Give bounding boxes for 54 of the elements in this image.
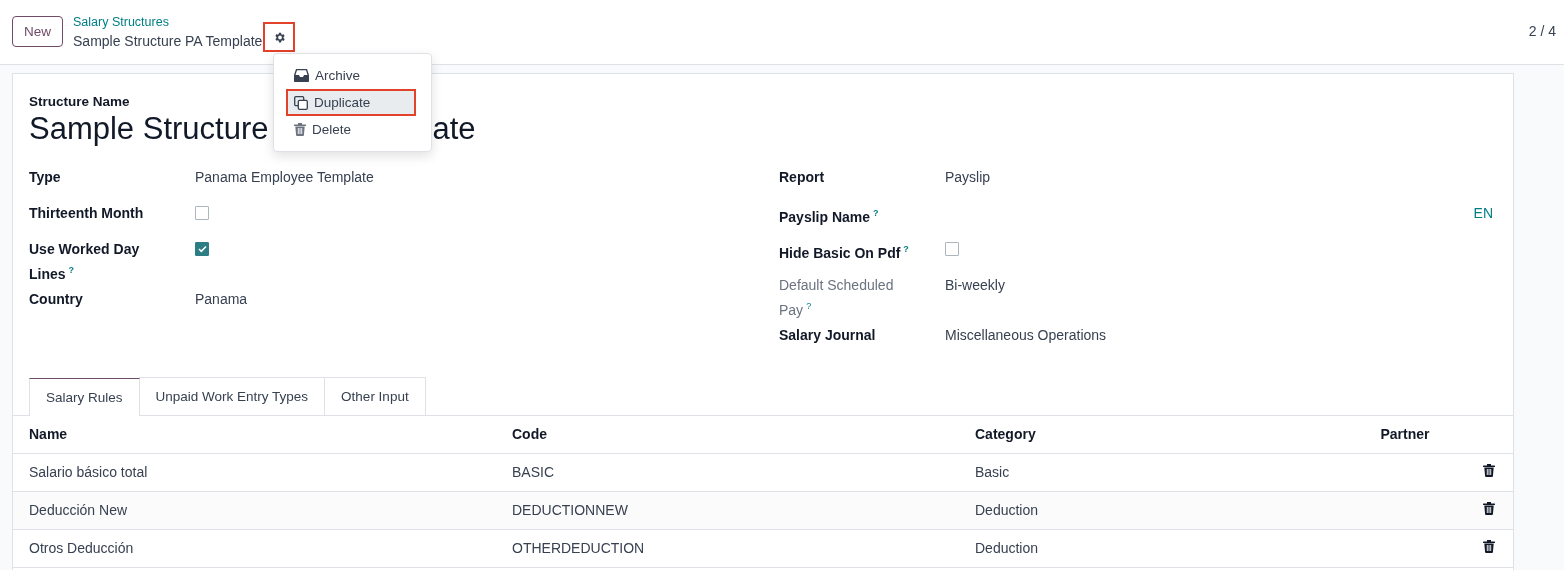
field-value: Miscellaneous Operations [945,325,1108,345]
delete-icon[interactable] [1483,502,1495,516]
field-label: Structure Name [29,94,130,109]
help-mark[interactable]: ? [873,208,879,218]
field-label: Salary Journal [779,325,877,345]
table-cell-text: Otros Deducción [29,540,135,557]
field-label: Payslip Name $^{?}$ [779,207,880,227]
inbox-icon [294,69,309,82]
table-cell-text: Deducción New [29,502,129,519]
tab[interactable]: Salary Rules [29,377,140,416]
delete-icon[interactable] [1483,464,1495,478]
language-link[interactable]: EN [1473,203,1493,224]
breadcrumb-link[interactable]: Salary Structures [73,14,296,30]
menu-item[interactable]: Delete [274,116,431,143]
record-name: Sample Structure [29,110,269,148]
delete-icon[interactable] [1483,540,1495,554]
field-value: Panama Employee Template [195,168,375,187]
pager: 2 / 4 [1528,23,1556,39]
field-label: Thirteenth Month [29,204,145,223]
column-header[interactable]: Category [975,426,1327,443]
settings-button[interactable] [263,22,296,52]
field-label: Type [29,168,62,187]
tab[interactable]: Other Input [324,376,426,415]
field-label: Report [779,168,826,187]
menu-item[interactable]: Duplicate [286,89,416,116]
help-mark[interactable]: ? [903,244,909,254]
field-value: Panama [195,289,249,309]
table-cell-text: DEDUCTIONNEW [512,502,629,519]
field-label: Country [29,289,84,309]
help-mark[interactable]: ? [806,301,812,311]
table-cell-text: Basic [975,464,1011,481]
field-label: Use Worked Day Lines $^{?}$ [29,240,141,284]
field-label: Default Scheduled Pay $^{?}$ [779,276,895,320]
table-cell-text: Deduction [975,502,1040,519]
column-header[interactable]: Name [29,426,512,443]
table-cell-text: OTHERDEDUCTION [512,540,646,557]
field-value: Payslip [945,168,992,187]
checkbox[interactable] [195,206,209,220]
copy-icon [294,95,308,110]
checkbox[interactable] [195,242,209,256]
record-title: Sample Structure PA Template [73,32,263,50]
new-button[interactable]: New [12,16,63,47]
table-cell-text: BASIC [512,464,555,481]
field-label: Hide Basic On Pdf $^{?}$ [779,243,910,263]
table-cell-text: Salario básico total [29,464,149,481]
trash-icon[interactable] [294,123,306,136]
help-mark[interactable]: ? [68,265,75,275]
checkbox[interactable] [945,242,959,256]
field-value: Bi-weekly [945,276,1006,295]
record-name: ate [432,110,476,148]
table-cell-text: Deduction [975,540,1040,557]
column-header[interactable]: Code [512,426,975,443]
menu-item[interactable]: Archive [274,62,431,89]
column-header[interactable]: Partner [1327,426,1483,443]
